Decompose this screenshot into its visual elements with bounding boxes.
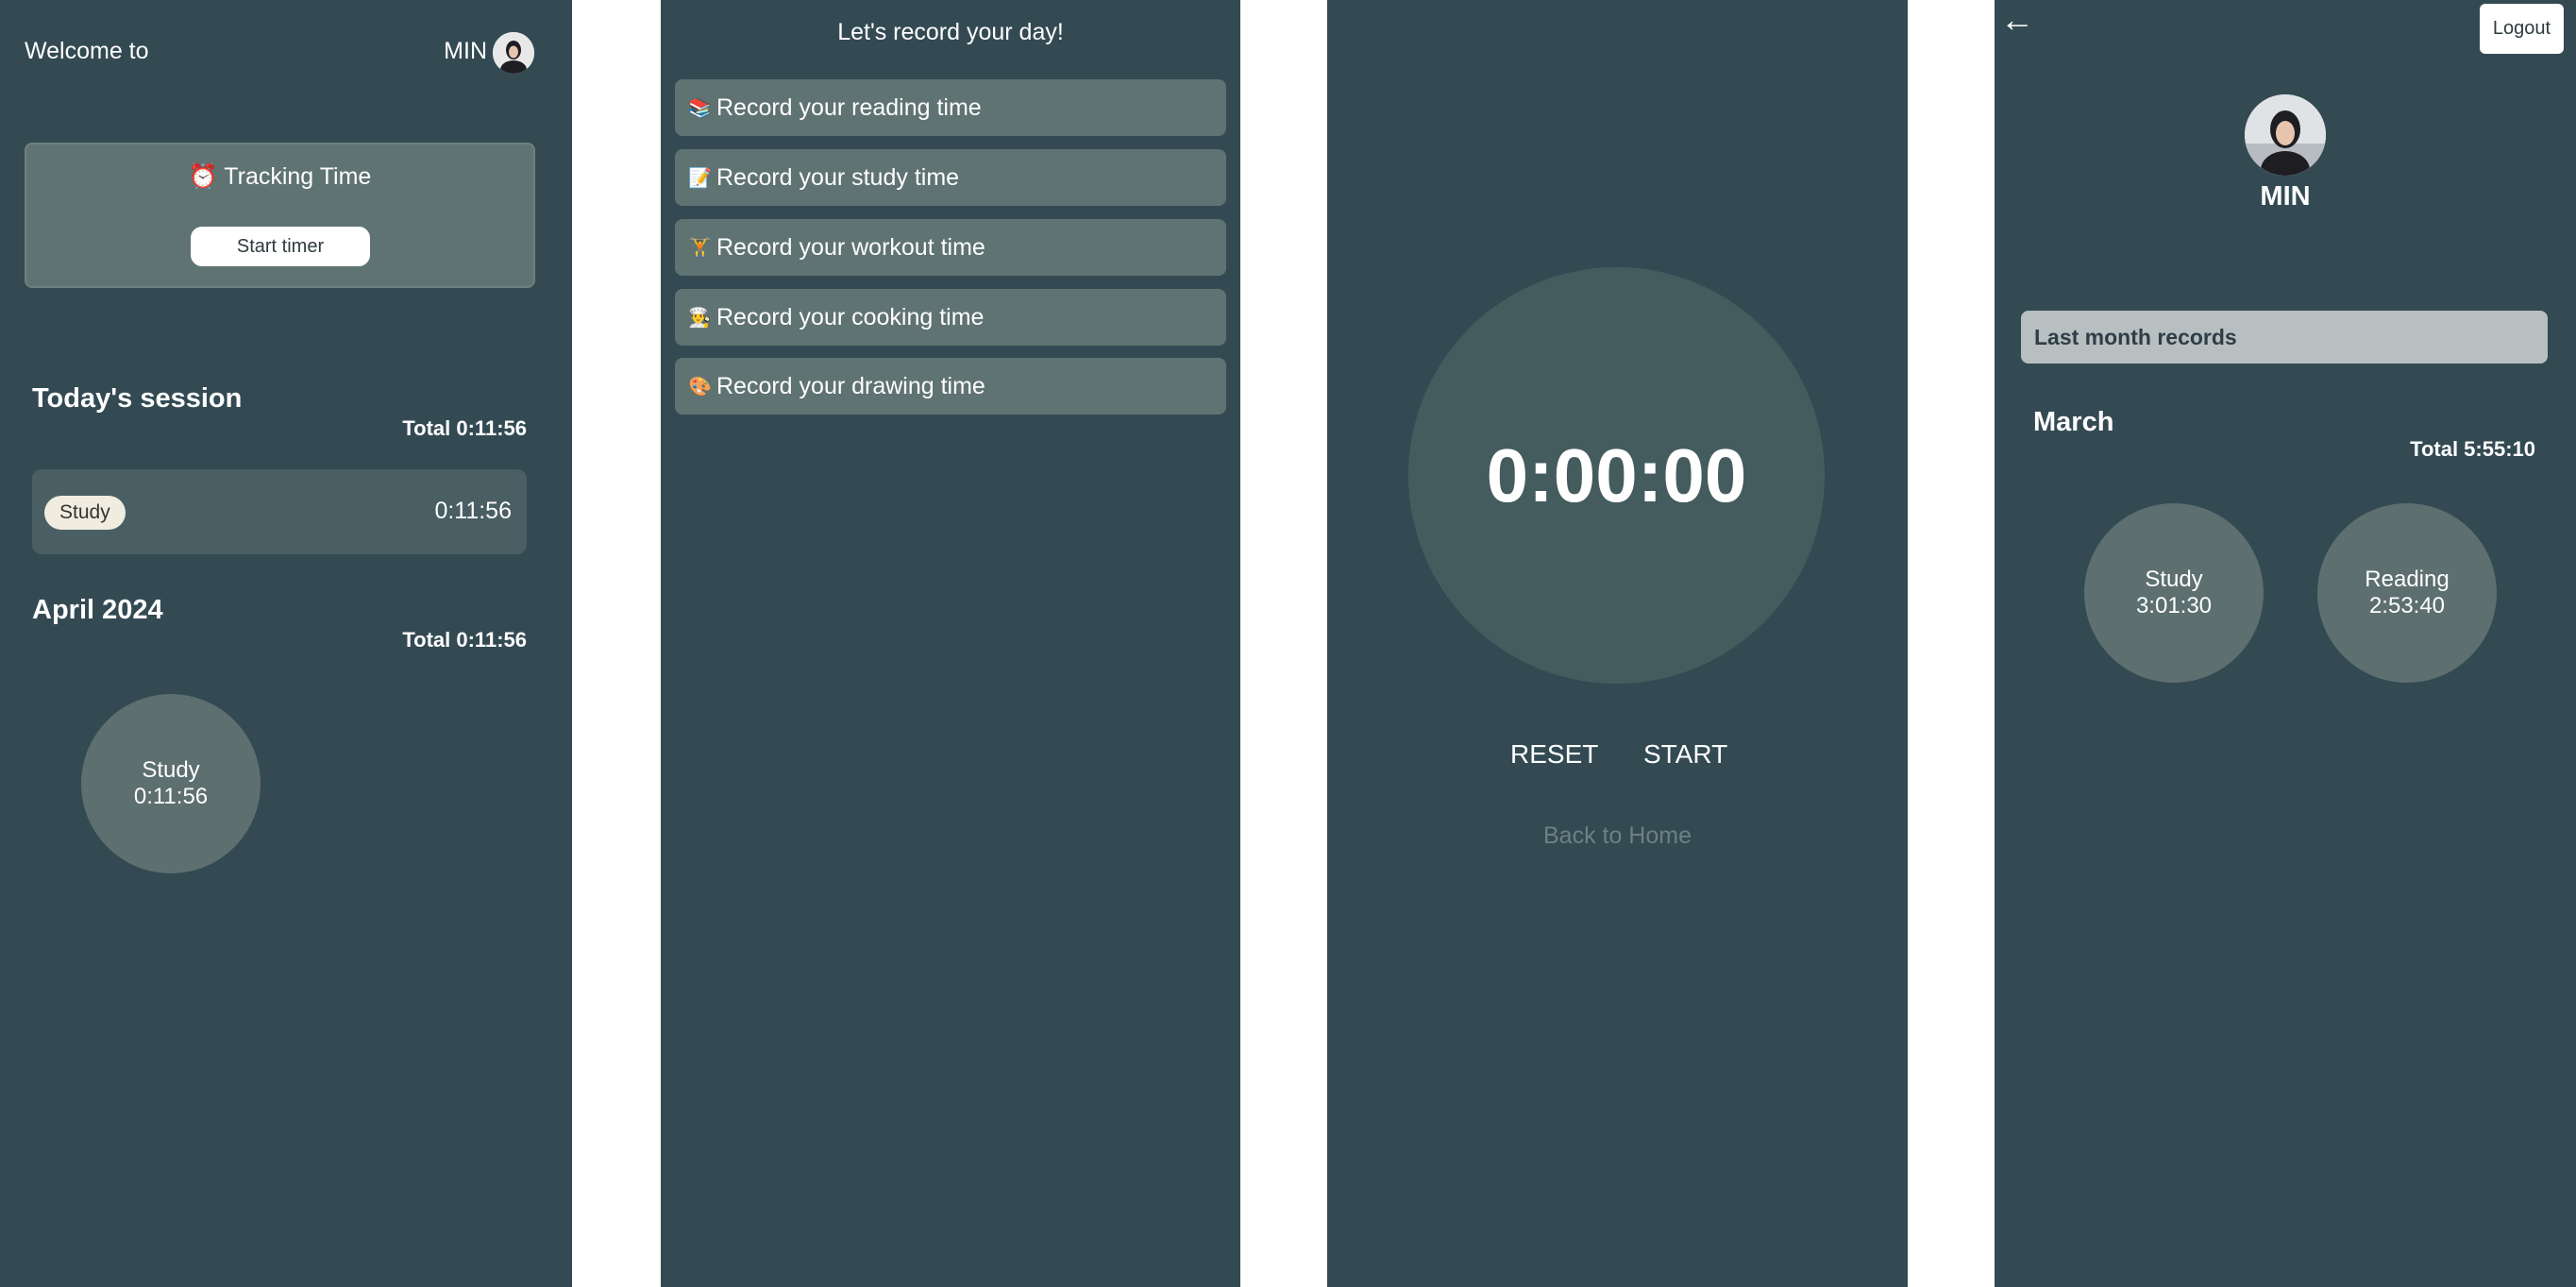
- tracking-title: ⏰ Tracking Time: [26, 163, 533, 191]
- category-badge: Study: [44, 496, 126, 530]
- books-icon: 📚: [688, 97, 712, 119]
- records-month-total: Total 5:55:10: [2410, 437, 2535, 461]
- category-bubble-study: Study 3:01:30: [2084, 503, 2264, 683]
- bubble-time: 0:11:56: [133, 784, 209, 809]
- palette-icon: 🎨: [688, 376, 712, 398]
- session-row[interactable]: Study 0:11:56: [32, 469, 527, 554]
- bubble-label: Reading: [2365, 567, 2450, 592]
- weightlifter-icon: 🏋: [688, 237, 712, 259]
- alarm-clock-icon: ⏰: [188, 163, 218, 190]
- back-arrow-icon[interactable]: ←: [2000, 0, 2034, 40]
- timer-screen: 0:00:00 RESET START Back to Home: [1327, 0, 1908, 1287]
- category-bubble-study: Study 0:11:56: [81, 694, 261, 873]
- record-cooking-button[interactable]: 👨‍🍳 Record your cooking time: [675, 289, 1226, 346]
- record-item-label: Record your cooking time: [716, 303, 985, 330]
- back-to-home-link[interactable]: Back to Home: [1327, 822, 1908, 850]
- bubble-label: Study: [142, 757, 200, 783]
- start-timer-button[interactable]: Start timer: [191, 227, 370, 266]
- memo-icon: 📝: [688, 167, 712, 189]
- tracking-title-text: Tracking Time: [224, 163, 372, 190]
- user-name: MIN: [444, 38, 487, 64]
- today-session-heading: Today's session: [32, 383, 243, 414]
- logout-button[interactable]: Logout: [2480, 4, 2564, 54]
- avatar-photo-icon: [493, 32, 534, 74]
- bubble-label: Study: [2145, 567, 2203, 592]
- record-item-label: Record your drawing time: [716, 372, 985, 399]
- reset-button[interactable]: RESET: [1510, 739, 1598, 770]
- welcome-text: Welcome to: [25, 38, 149, 64]
- record-item-label: Record your reading time: [716, 93, 982, 121]
- record-reading-button[interactable]: 📚 Record your reading time: [675, 79, 1226, 136]
- profile-screen: ← Logout MIN Last month records March To…: [1995, 0, 2576, 1287]
- record-item-label: Record your study time: [716, 163, 960, 191]
- record-drawing-button[interactable]: 🎨 Record your drawing time: [675, 358, 1226, 415]
- profile-name: MIN: [2260, 181, 2311, 212]
- tracking-card: ⏰ Tracking Time Start timer: [25, 143, 535, 288]
- last-month-records-button[interactable]: Last month records: [2021, 311, 2548, 364]
- profile-avatar: [2245, 94, 2326, 176]
- record-title: Let's record your day!: [837, 19, 1064, 45]
- category-bubble-reading: Reading 2:53:40: [2317, 503, 2497, 683]
- avatar-photo-icon: [2245, 94, 2326, 176]
- month-heading: April 2024: [32, 595, 163, 625]
- month-total: Total 0:11:56: [402, 628, 527, 652]
- record-study-button[interactable]: 📝 Record your study time: [675, 149, 1226, 206]
- record-item-label: Record your workout time: [716, 233, 985, 261]
- records-month-heading: March: [2033, 407, 2114, 437]
- timer-display: 0:00:00: [1408, 267, 1825, 684]
- record-screen: Let's record your day! 📚 Record your rea…: [661, 0, 1240, 1287]
- bubble-time: 3:01:30: [2135, 593, 2213, 618]
- home-screen: Welcome to MIN ⏰ Tracking Time Start tim…: [0, 0, 572, 1287]
- start-button[interactable]: START: [1643, 739, 1727, 770]
- bubble-time: 2:53:40: [2368, 593, 2446, 618]
- session-time: 0:11:56: [434, 498, 512, 524]
- timer-value: 0:00:00: [1486, 432, 1747, 517]
- avatar[interactable]: [493, 32, 534, 74]
- today-total: Total 0:11:56: [402, 416, 527, 440]
- record-workout-button[interactable]: 🏋 Record your workout time: [675, 219, 1226, 276]
- chef-icon: 👨‍🍳: [688, 307, 712, 329]
